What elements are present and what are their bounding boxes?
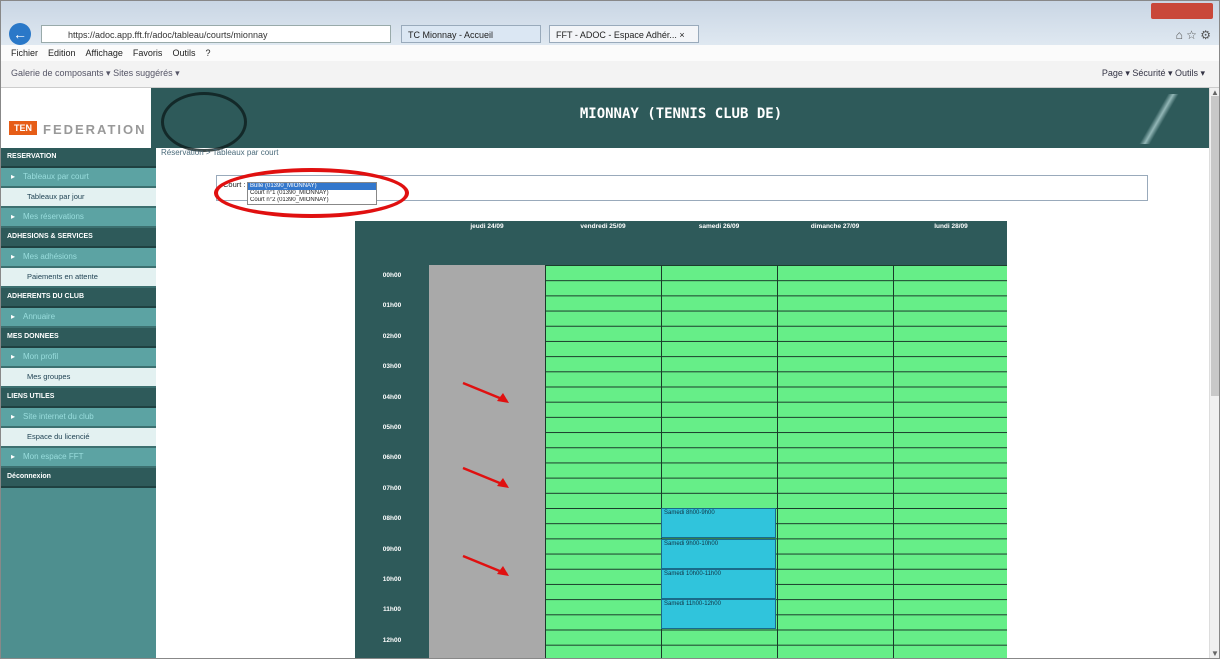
- hour-label: 06h00: [382, 454, 402, 462]
- sidebar-item[interactable]: Tableaux par jour: [1, 188, 156, 208]
- hour-label: 10h00: [382, 576, 402, 583]
- sidebar-item[interactable]: ADHERENTS DU CLUB: [1, 288, 156, 308]
- day-header: samedi 26/09: [698, 223, 740, 230]
- sidebar-item[interactable]: Mes réservations: [1, 208, 156, 228]
- sidebar-item[interactable]: Paiements en attente: [1, 268, 156, 288]
- federation-logo: TEN FEDERATION: [1, 88, 151, 148]
- sidebar-item[interactable]: Site internet du club: [1, 408, 156, 428]
- breadcrumb[interactable]: Réservation > Tableaux par court: [161, 148, 278, 157]
- browser-window: ← https://adoc.app.fft.fr/adoc/tableau/c…: [0, 0, 1220, 659]
- back-arrow-icon[interactable]: ←: [9, 23, 31, 45]
- day-header: vendredi 25/09: [580, 223, 626, 230]
- hour-label: 07h00: [382, 484, 402, 492]
- unavailable-day-column: [429, 265, 545, 658]
- club-banner: MIONNAY (TENNIS CLUB DE): [151, 88, 1211, 152]
- schedule-grid: jeudi 24/09 vendredi 25/09 samedi 26/09 dim…: [355, 221, 1007, 658]
- sidebar-item[interactable]: ADHESIONS & SERVICES: [1, 228, 156, 248]
- page-content: TEN FEDERATION MIONNAY (TENNIS CLUB DE) …: [1, 88, 1219, 658]
- hour-label: 08h00: [382, 515, 402, 523]
- sidebar: RESERVATIONTableaux par courtTableaux pa…: [1, 148, 156, 658]
- hour-label: 01h00: [382, 302, 402, 310]
- window-controls[interactable]: [1151, 3, 1213, 19]
- booking-slot[interactable]: Samedi 11h00-12h00: [661, 599, 776, 630]
- day-header: jeudi 24/09: [470, 223, 504, 230]
- sidebar-item[interactable]: RESERVATION: [1, 148, 156, 168]
- hour-label: 11h00: [382, 606, 402, 614]
- tab-fft-adoc[interactable]: FFT - ADOC - Espace Adhér... ×: [549, 25, 699, 43]
- scroll-thumb[interactable]: [1211, 96, 1219, 396]
- hour-label: 12h00: [382, 636, 402, 644]
- menu-item[interactable]: Favoris: [133, 48, 163, 58]
- favorites-bar: Galerie de composants ▾ Sites suggérés ▾…: [1, 61, 1219, 88]
- red-circle-annotation: [214, 168, 409, 218]
- day-header: lundi 28/09: [934, 223, 968, 230]
- menu-item[interactable]: Fichier: [11, 48, 38, 58]
- sidebar-item[interactable]: Mon profil: [1, 348, 156, 368]
- home-star-gear-icons[interactable]: ⌂ ☆ ⚙: [1176, 28, 1211, 42]
- favorites-links[interactable]: Galerie de composants ▾ Sites suggérés ▾: [11, 68, 180, 79]
- hour-label: 00h00: [382, 272, 402, 279]
- day-header: dimanche 27/09: [810, 223, 860, 230]
- sidebar-item[interactable]: Espace du licencié: [1, 428, 156, 448]
- menu-item[interactable]: Outils: [172, 48, 195, 58]
- address-bar[interactable]: https://adoc.app.fft.fr/adoc/tableau/cou…: [41, 25, 391, 43]
- red-arrow-annotation: [462, 466, 509, 488]
- page-scrollbar[interactable]: ▲ ▼: [1209, 88, 1219, 658]
- scroll-down-icon[interactable]: ▼: [1211, 649, 1219, 658]
- booking-slot[interactable]: Samedi 10h00-11h00: [661, 569, 776, 599]
- booking-slot[interactable]: Samedi 8h00-9h00: [661, 508, 776, 539]
- red-arrow-annotation: [462, 381, 509, 403]
- browser-titlebar: ← https://adoc.app.fft.fr/adoc/tableau/c…: [1, 1, 1219, 45]
- tab-tc-mionnay[interactable]: TC Mionnay - Accueil: [401, 25, 541, 43]
- sidebar-item[interactable]: MES DONNEES: [1, 328, 156, 348]
- sidebar-item[interactable]: Mes groupes: [1, 368, 156, 388]
- hour-label: 03h00: [382, 363, 402, 371]
- menu-item[interactable]: Edition: [48, 48, 76, 58]
- hour-label: 09h00: [382, 545, 402, 553]
- hour-label: 04h00: [382, 393, 402, 401]
- booking-slot[interactable]: Samedi 9h00-10h00: [661, 538, 776, 569]
- red-arrow-annotation: [462, 554, 509, 576]
- logo-badge: TEN: [9, 121, 37, 135]
- hour-label: 05h00: [382, 424, 402, 431]
- menu-item[interactable]: ?: [205, 48, 210, 58]
- hour-label: 02h00: [382, 332, 402, 340]
- sidebar-item[interactable]: Annuaire: [1, 308, 156, 328]
- logo-text: FEDERATION: [43, 122, 147, 137]
- menu-item[interactable]: Affichage: [86, 48, 123, 58]
- free-slots-area[interactable]: [545, 265, 1007, 658]
- sidebar-item[interactable]: Mes adhésions: [1, 248, 156, 268]
- command-bar[interactable]: Page ▾ Sécurité ▾ Outils ▾: [1102, 68, 1205, 79]
- sidebar-item[interactable]: Mon espace FFT: [1, 448, 156, 468]
- sidebar-item[interactable]: LIENS UTILES: [1, 388, 156, 408]
- club-title: MIONNAY (TENNIS CLUB DE): [579, 106, 783, 122]
- tennis-player-image: [161, 92, 247, 152]
- sidebar-item[interactable]: Déconnexion: [1, 468, 156, 488]
- sidebar-item[interactable]: Tableaux par court: [1, 168, 156, 188]
- menu-bar: Fichier Edition Affichage Favoris Outils?: [1, 45, 1219, 61]
